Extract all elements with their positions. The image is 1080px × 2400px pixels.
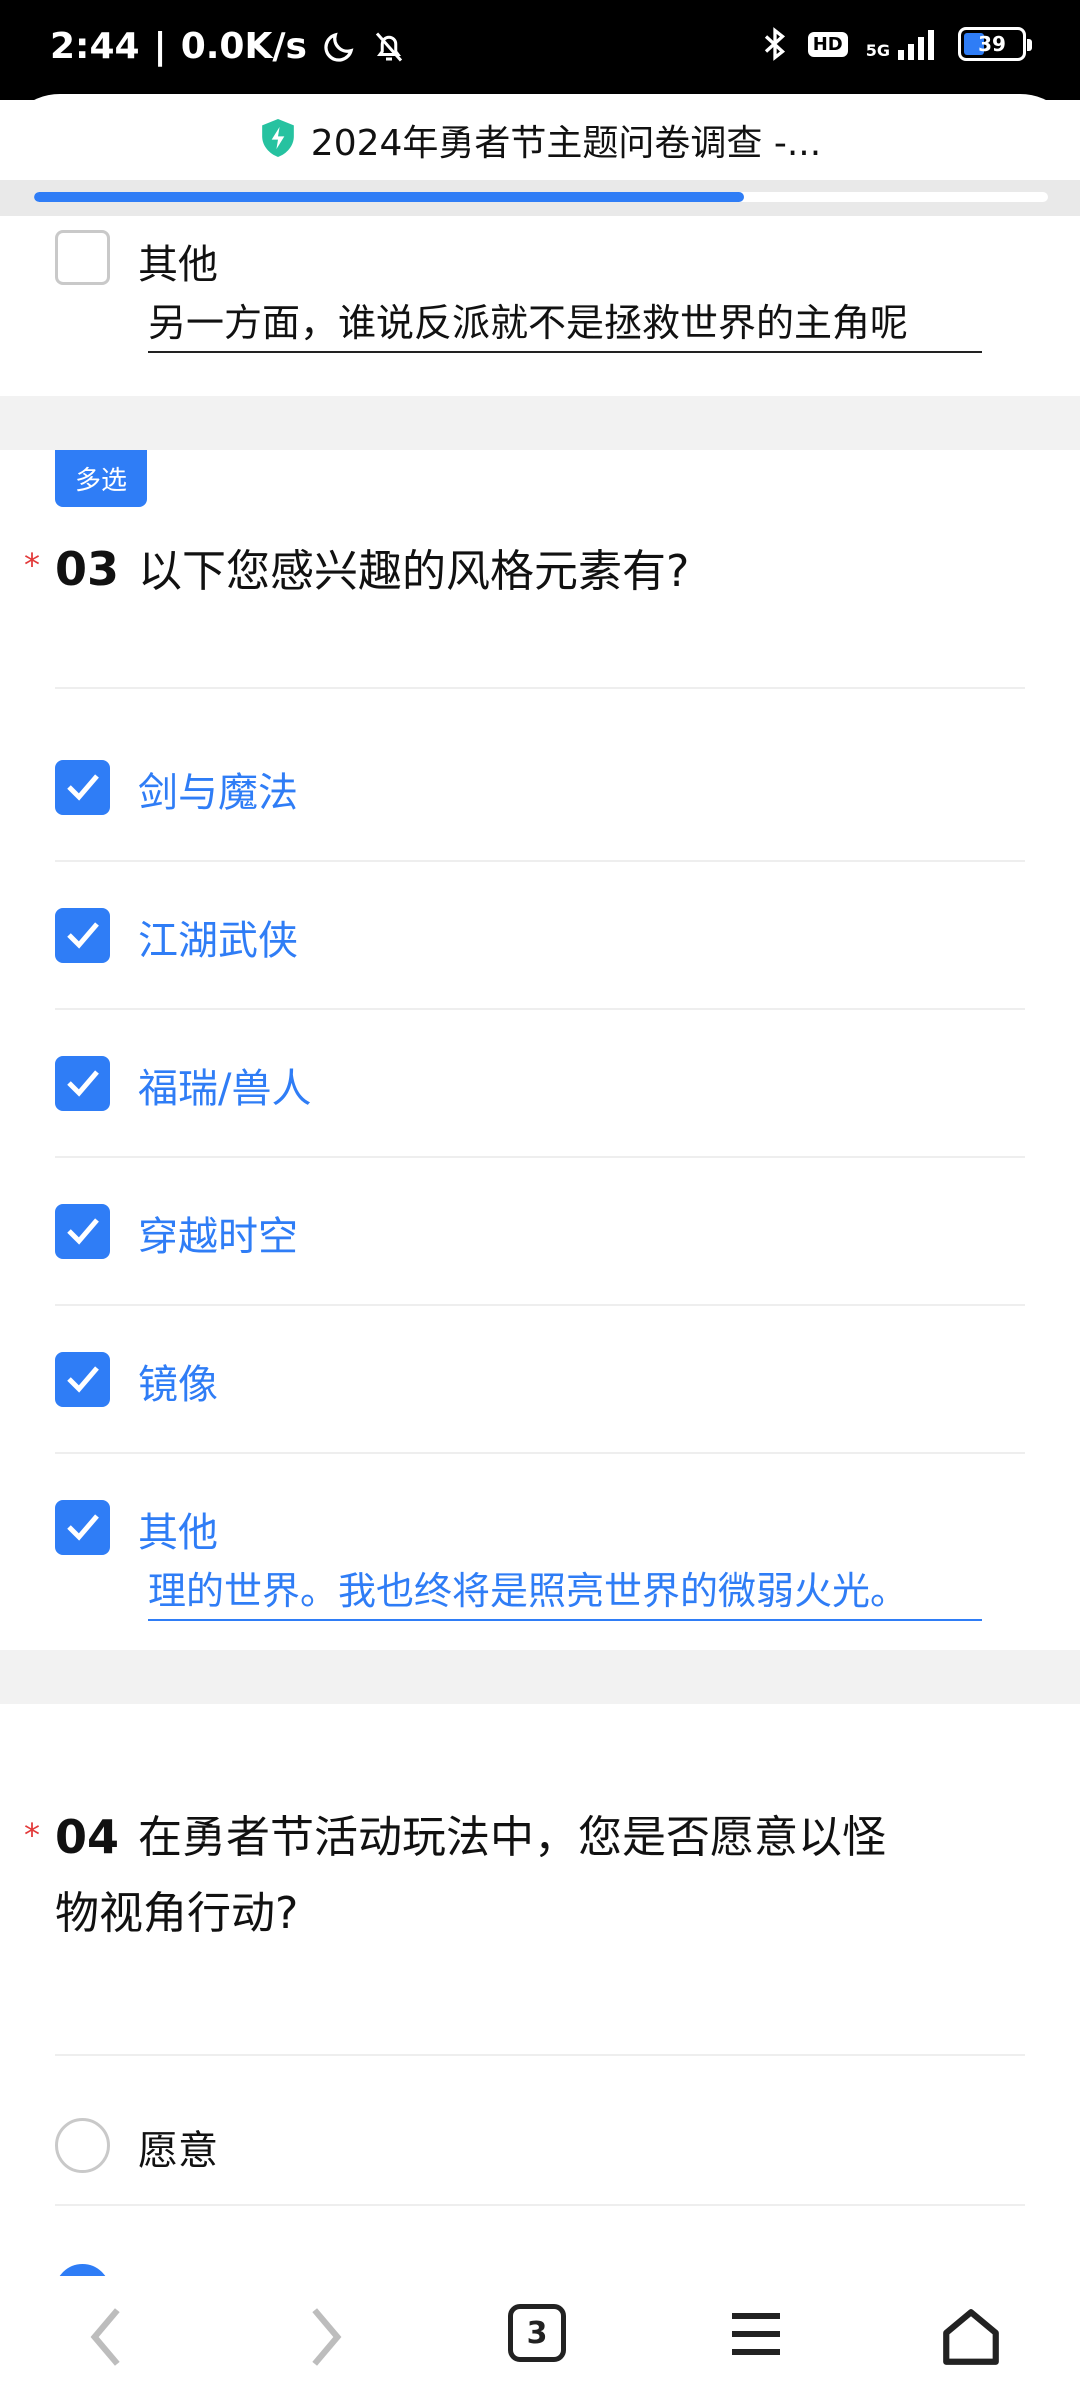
bell-muted-icon — [371, 29, 407, 65]
menu-icon[interactable] — [726, 2304, 786, 2364]
option-label: 镜像 — [138, 1362, 218, 1408]
option-label: 福瑞/兽人 — [138, 1066, 312, 1112]
checkbox-other-q2[interactable] — [55, 230, 110, 285]
multi-select-badge: 多选 — [55, 450, 148, 507]
question-text: 在勇者节活动玩法中，您是否愿意以怪物视角行动? — [55, 1812, 886, 1939]
checkbox-option-other[interactable] — [55, 1500, 110, 1555]
option-label: 愿意 — [138, 2128, 218, 2174]
shield-icon — [259, 117, 297, 163]
back-icon[interactable] — [82, 2304, 132, 2370]
browser-bottom-nav: 3 — [0, 2276, 1080, 2400]
home-icon[interactable] — [938, 2304, 1004, 2370]
option-label: 剑与魔法 — [138, 770, 298, 816]
browser-title-bar[interactable]: 2024年勇者节主题问卷调查 -... — [0, 94, 1080, 186]
page-title: 2024年勇者节主题问卷调查 -... — [310, 123, 822, 164]
question-number: 03 — [55, 542, 120, 596]
question-2-tail: 其他 另一方面，谁说反派就不是拯救世界的主角呢 — [0, 216, 1080, 396]
option-label: 其他 — [138, 242, 218, 288]
option-label: 穿越时空 — [138, 1214, 298, 1260]
battery-icon: 39 — [958, 27, 1032, 61]
checkbox-option-time-travel[interactable] — [55, 1204, 110, 1259]
status-net-speed: 0.0K/s — [180, 26, 307, 67]
option-label: 江湖武侠 — [138, 918, 298, 964]
bluetooth-icon — [760, 26, 790, 62]
checkbox-option-sword-magic[interactable] — [55, 760, 110, 815]
status-bar: 2:44 | 0.0K/s HD 5G 39 — [0, 0, 1080, 100]
moon-icon — [321, 29, 357, 65]
status-time: 2:44 — [50, 26, 140, 67]
question-3: 多选 * 03 以下您感兴趣的风格元素有? — [0, 450, 1080, 1650]
other-text-input-q2[interactable]: 另一方面，谁说反派就不是拯救世界的主角呢 — [148, 292, 982, 353]
option-label: 其他 — [138, 1510, 218, 1556]
hd-badge: HD — [807, 31, 848, 57]
required-mark: * — [24, 546, 40, 584]
survey-progress-bar — [34, 192, 1048, 202]
tabs-count: 3 — [508, 2304, 566, 2362]
required-mark: * — [24, 1816, 40, 1854]
question-4: * 04 在勇者节活动玩法中，您是否愿意以怪物视角行动? 愿意 无所谓 — [0, 1704, 1080, 2320]
checkbox-option-furry[interactable] — [55, 1056, 110, 1111]
checkbox-option-mirror[interactable] — [55, 1352, 110, 1407]
tabs-button[interactable]: 3 — [508, 2304, 566, 2362]
forward-icon[interactable] — [300, 2304, 350, 2370]
question-text: 以下您感兴趣的风格元素有? — [138, 546, 690, 597]
signal-icon: 5G — [866, 28, 940, 60]
progress-fill — [34, 192, 744, 202]
checkbox-option-wuxia[interactable] — [55, 908, 110, 963]
radio-option-willing[interactable] — [55, 2118, 110, 2173]
other-text-input-q3[interactable]: 理的世界。我也终将是照亮世界的微弱火光。 — [148, 1560, 982, 1621]
